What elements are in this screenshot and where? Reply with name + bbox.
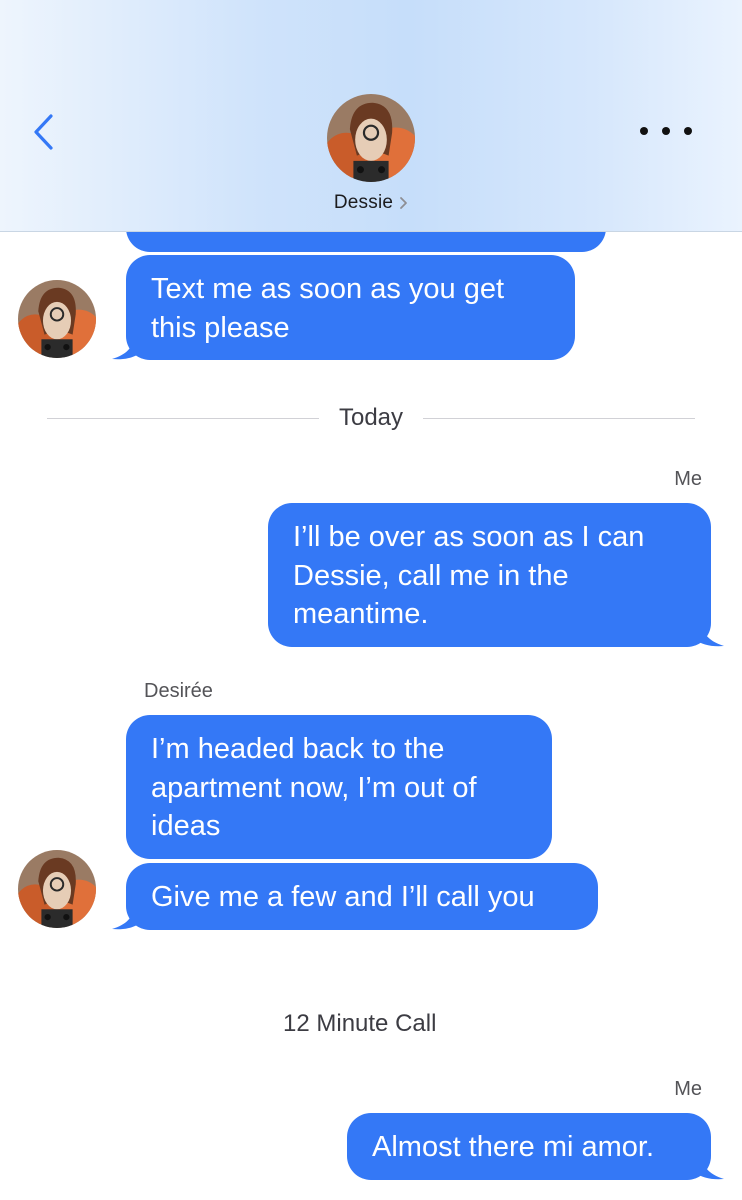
avatar-portrait-icon: [18, 850, 96, 928]
conversation-header: Dessie: [0, 0, 742, 232]
sender-avatar[interactable]: [18, 850, 96, 928]
more-options-button[interactable]: [640, 118, 692, 144]
bubble-tail-left: [112, 904, 142, 930]
message-text: I’ll be over as soon as I can Dessie, ca…: [293, 521, 645, 630]
chevron-right-icon: [400, 197, 408, 209]
avatar-portrait-icon: [327, 94, 415, 182]
ellipsis-dot: [684, 127, 692, 135]
date-separator-label: Today: [338, 404, 404, 431]
messages-screen: Text me as soon as you get this please T…: [0, 0, 742, 1200]
ellipsis-dot: [662, 127, 670, 135]
chevron-left-icon: [34, 114, 53, 150]
message-bubble-outgoing[interactable]: I’ll be over as soon as I can Dessie, ca…: [268, 503, 711, 647]
message-text: Almost there mi amor.: [372, 1131, 655, 1163]
ellipsis-icon: [640, 127, 648, 135]
date-separator: Today: [47, 400, 696, 436]
separator-line: [47, 417, 319, 419]
message-bubble-incoming[interactable]: Give me a few and I’ll call you: [126, 863, 598, 930]
bubble-tail-right: [694, 621, 724, 647]
message-bubble-incoming[interactable]: Text me as soon as you get this please: [126, 255, 575, 360]
message-text: Give me a few and I’ll call you: [151, 881, 535, 913]
contact-name-row: Dessie: [334, 192, 408, 214]
sender-avatar[interactable]: [18, 280, 96, 358]
bubble-tail-left: [112, 334, 142, 360]
sender-label-me: Me: [674, 468, 702, 490]
message-text: Text me as soon as you get this please: [151, 273, 505, 344]
call-event-label[interactable]: 12 Minute Call: [283, 1010, 436, 1038]
back-button[interactable]: [26, 110, 60, 154]
sender-label-me: Me: [674, 1078, 702, 1100]
contact-header-button[interactable]: Dessie: [311, 94, 431, 220]
separator-line: [423, 417, 696, 419]
avatar-portrait-icon: [18, 280, 96, 358]
bubble-tail-right: [694, 1154, 724, 1180]
contact-name: Dessie: [333, 192, 394, 213]
message-bubble-incoming[interactable]: I’m headed back to the apartment now, I’…: [126, 715, 552, 859]
sender-label-desiree: Desirée: [144, 680, 213, 702]
contact-avatar: [327, 94, 415, 182]
message-bubble-outgoing[interactable]: Almost there mi amor.: [347, 1113, 711, 1180]
message-text: I’m headed back to the apartment now, I’…: [151, 733, 477, 842]
